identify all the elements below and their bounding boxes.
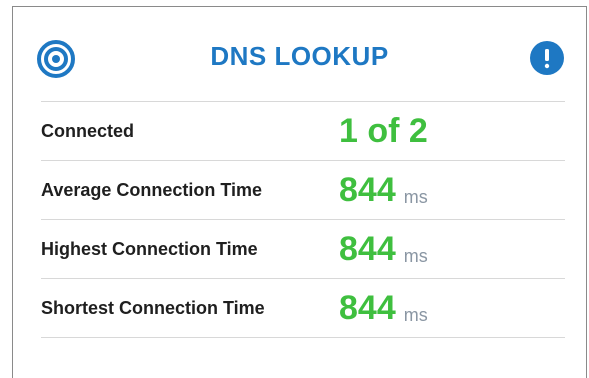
metric-label: Highest Connection Time — [41, 239, 258, 259]
info-alert-icon[interactable] — [529, 40, 565, 76]
metrics-list: Connected 1 of 2 Average Connection Time… — [41, 101, 565, 338]
metric-value: 844 ms — [339, 220, 428, 285]
metric-unit: ms — [403, 246, 428, 266]
metric-number: 844 — [339, 171, 396, 209]
metric-row-average: Average Connection Time 844 ms — [41, 161, 565, 220]
metric-row-shortest: Shortest Connection Time 844 ms — [41, 279, 565, 338]
metric-value: 844 ms — [339, 161, 428, 226]
metric-label: Average Connection Time — [41, 180, 263, 200]
metric-number: 844 — [339, 289, 396, 327]
metric-label: Shortest Connection Time — [41, 298, 265, 318]
metric-row-highest: Highest Connection Time 844 ms — [41, 220, 565, 279]
metric-value: 844 ms — [339, 279, 428, 344]
metric-unit: ms — [403, 187, 428, 207]
metric-unit: ms — [403, 305, 428, 325]
dns-lookup-card: DNS LOOKUP Connected 1 of 2 Average Conn… — [12, 6, 587, 378]
metric-row-connected: Connected 1 of 2 — [41, 102, 565, 161]
metric-number: 844 — [339, 230, 396, 268]
card-title: DNS LOOKUP — [210, 41, 389, 71]
metric-number: 1 of 2 — [339, 112, 428, 150]
metric-value: 1 of 2 — [339, 102, 428, 167]
metric-label: Connected — [41, 121, 135, 141]
card-header: DNS LOOKUP — [13, 7, 586, 101]
